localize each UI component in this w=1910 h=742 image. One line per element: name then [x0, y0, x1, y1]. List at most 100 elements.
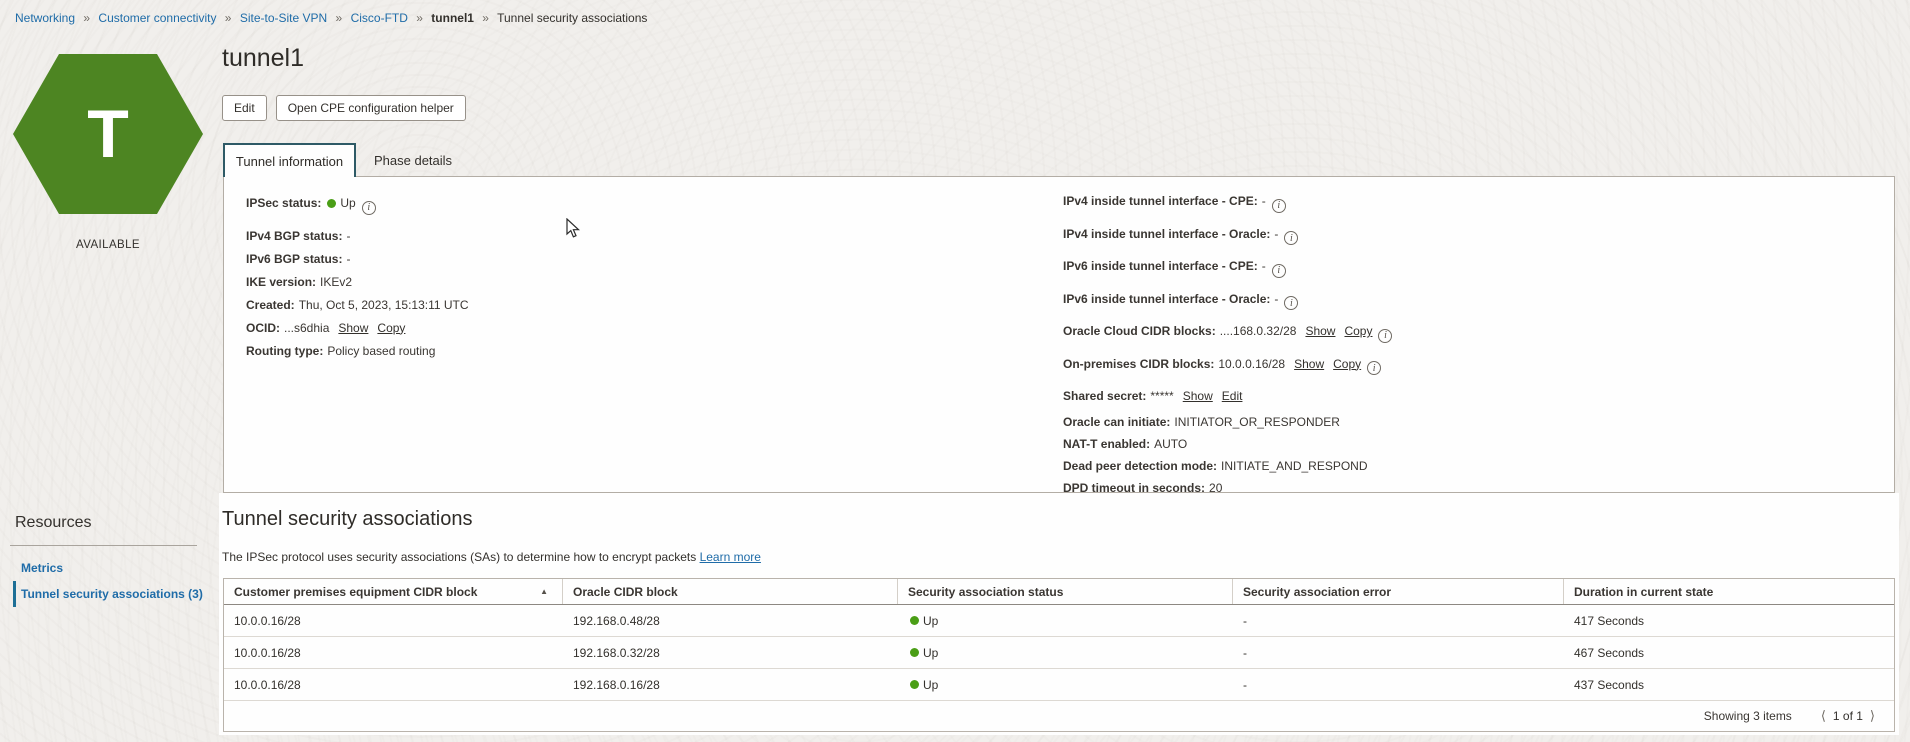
detail-label: Dead peer detection mode:	[1063, 459, 1217, 473]
hexagon-letter: T	[13, 54, 203, 214]
breadcrumb-last-tunnel-security-associations: Tunnel security associations	[497, 11, 647, 25]
cell-oracle-cidr: 192.168.0.32/28	[563, 637, 898, 668]
detail-created: Created:Thu, Oct 5, 2023, 15:13:11 UTC	[246, 298, 469, 313]
cell-oracle-cidr: 192.168.0.48/28	[563, 605, 898, 636]
breadcrumb: Networking » Customer connectivity » Sit…	[15, 11, 647, 25]
detail-oracle-can-initiate: Oracle can initiate:INITIATOR_OR_RESPOND…	[1063, 415, 1392, 430]
tunnel-information-panel: IPSec status:Upi IPv4 BGP status:- IPv6 …	[223, 176, 1895, 493]
table-header-row: Customer premises equipment CIDR block ▲…	[224, 579, 1894, 605]
tunnel-details-page: { "colors": { "link_blue": "#1f6ca8", "s…	[0, 0, 1910, 742]
detail-ipv6-bgp-status: IPv6 BGP status:-	[246, 252, 469, 267]
cell-error: -	[1233, 605, 1564, 636]
detail-value: AUTO	[1154, 437, 1187, 451]
sidebar-item-label: Tunnel security associations (3)	[21, 587, 203, 601]
open-cpe-configuration-helper-button[interactable]: Open CPE configuration helper	[276, 95, 466, 121]
column-header-label: Oracle CIDR block	[573, 585, 678, 599]
table-row: 10.0.0.16/28 192.168.0.16/28 Up - 437 Se…	[224, 669, 1894, 701]
table-row: 10.0.0.16/28 192.168.0.48/28 Up - 417 Se…	[224, 605, 1894, 637]
detail-value: -	[1274, 227, 1278, 241]
info-icon-glyph: i	[1290, 296, 1293, 311]
section-title: Tunnel security associations	[222, 508, 473, 531]
cell-duration: 467 Seconds	[1564, 637, 1894, 668]
sidebar-item-metrics[interactable]: Metrics	[21, 561, 63, 575]
detail-value: 10.0.0.16/28	[1218, 357, 1285, 371]
onprem-cidr-copy-link[interactable]: Copy	[1333, 357, 1361, 371]
status-up-dot	[910, 616, 919, 625]
info-icon[interactable]: i	[1272, 199, 1286, 213]
column-header-cpe-cidr-block[interactable]: Customer premises equipment CIDR block ▲	[224, 579, 563, 604]
breadcrumb-link-customer-connectivity[interactable]: Customer connectivity	[98, 11, 216, 25]
info-icon[interactable]: i	[1284, 296, 1298, 310]
detail-label: IPv4 inside tunnel interface - Oracle:	[1063, 227, 1270, 241]
breadcrumb-link-networking[interactable]: Networking	[15, 11, 75, 25]
items-count-summary: Showing 3 items	[1704, 709, 1792, 723]
breadcrumb-separator: »	[416, 11, 423, 25]
oracle-cidr-copy-link[interactable]: Copy	[1344, 324, 1372, 338]
detail-ipv4-inside-tunnel-cpe: IPv4 inside tunnel interface - CPE:-i	[1063, 194, 1392, 213]
detail-label: Routing type:	[246, 344, 323, 358]
status-up-dot	[910, 648, 919, 657]
detail-label: Created:	[246, 298, 295, 312]
resources-divider	[10, 545, 197, 546]
status-text: Up	[923, 678, 938, 692]
detail-ike-version: IKE version:IKEv2	[246, 275, 469, 290]
info-icon-glyph: i	[1373, 361, 1376, 376]
detail-value: *****	[1150, 389, 1173, 403]
cell-status: Up	[898, 605, 1233, 636]
tab-phase-details[interactable]: Phase details	[374, 153, 452, 168]
previous-page-chevron-icon[interactable]: ⟨	[1821, 708, 1826, 724]
table-row: 10.0.0.16/28 192.168.0.32/28 Up - 467 Se…	[224, 637, 1894, 669]
cell-status: Up	[898, 637, 1233, 668]
details-right-column: IPv4 inside tunnel interface - CPE:-i IP…	[1063, 194, 1392, 504]
detail-label: Oracle Cloud CIDR blocks:	[1063, 324, 1216, 338]
cell-cpe-cidr: 10.0.0.16/28	[224, 637, 563, 668]
detail-label: DPD timeout in seconds:	[1063, 481, 1205, 495]
column-header-duration-in-current-state[interactable]: Duration in current state	[1564, 579, 1894, 604]
detail-label: NAT-T enabled:	[1063, 437, 1150, 451]
shared-secret-edit-link[interactable]: Edit	[1222, 389, 1243, 403]
next-page-chevron-icon[interactable]: ⟩	[1870, 708, 1875, 724]
info-icon[interactable]: i	[1378, 329, 1392, 343]
cell-oracle-cidr: 192.168.0.16/28	[563, 669, 898, 700]
info-icon[interactable]: i	[1272, 264, 1286, 278]
detail-ipsec-status: IPSec status:Upi	[246, 196, 469, 215]
ocid-show-link[interactable]: Show	[338, 321, 368, 335]
cell-cpe-cidr: 10.0.0.16/28	[224, 669, 563, 700]
description-text: The IPSec protocol uses security associa…	[222, 550, 696, 564]
detail-label: Oracle can initiate:	[1063, 415, 1170, 429]
detail-value: -	[1262, 259, 1266, 273]
shared-secret-show-link[interactable]: Show	[1183, 389, 1213, 403]
detail-nat-t-enabled: NAT-T enabled: AUTO	[1063, 437, 1392, 452]
sidebar-item-tunnel-security-associations[interactable]: Tunnel security associations (3)	[13, 581, 203, 607]
section-description: The IPSec protocol uses security associa…	[222, 550, 761, 564]
status-up-dot	[327, 199, 336, 208]
detail-label: On-premises CIDR blocks:	[1063, 357, 1214, 371]
table-footer: Showing 3 items ⟨ 1 of 1 ⟩	[224, 701, 1894, 731]
detail-oracle-cloud-cidr-blocks: Oracle Cloud CIDR blocks:....168.0.32/28…	[1063, 324, 1392, 343]
tunnel-security-associations-section: Tunnel security associations The IPSec p…	[219, 493, 1899, 735]
info-icon[interactable]: i	[1367, 361, 1381, 375]
breadcrumb-link-site-to-site-vpn[interactable]: Site-to-Site VPN	[240, 11, 327, 25]
breadcrumb-separator: »	[225, 11, 232, 25]
column-header-security-association-error[interactable]: Security association error	[1233, 579, 1564, 604]
column-header-security-association-status[interactable]: Security association status	[898, 579, 1233, 604]
detail-value: Up	[340, 196, 355, 210]
edit-button[interactable]: Edit	[222, 95, 267, 121]
onprem-cidr-show-link[interactable]: Show	[1294, 357, 1324, 371]
tab-tunnel-information[interactable]: Tunnel information	[223, 143, 356, 177]
info-icon[interactable]: i	[362, 201, 376, 215]
breadcrumb-link-cisco-ftd[interactable]: Cisco-FTD	[351, 11, 408, 25]
ocid-copy-link[interactable]: Copy	[377, 321, 405, 335]
info-icon[interactable]: i	[1284, 231, 1298, 245]
action-buttons: Edit Open CPE configuration helper	[222, 95, 466, 121]
detail-label: IPv6 inside tunnel interface - CPE:	[1063, 259, 1258, 273]
oracle-cidr-show-link[interactable]: Show	[1305, 324, 1335, 338]
detail-shared-secret: Shared secret:*****ShowEdit	[1063, 389, 1392, 404]
column-header-label: Duration in current state	[1574, 585, 1713, 599]
detail-label: IPv4 inside tunnel interface - CPE:	[1063, 194, 1258, 208]
cell-duration: 417 Seconds	[1564, 605, 1894, 636]
column-header-oracle-cidr-block[interactable]: Oracle CIDR block	[563, 579, 898, 604]
learn-more-link[interactable]: Learn more	[700, 550, 761, 564]
cell-status: Up	[898, 669, 1233, 700]
resource-hexagon-icon: T	[13, 54, 203, 220]
